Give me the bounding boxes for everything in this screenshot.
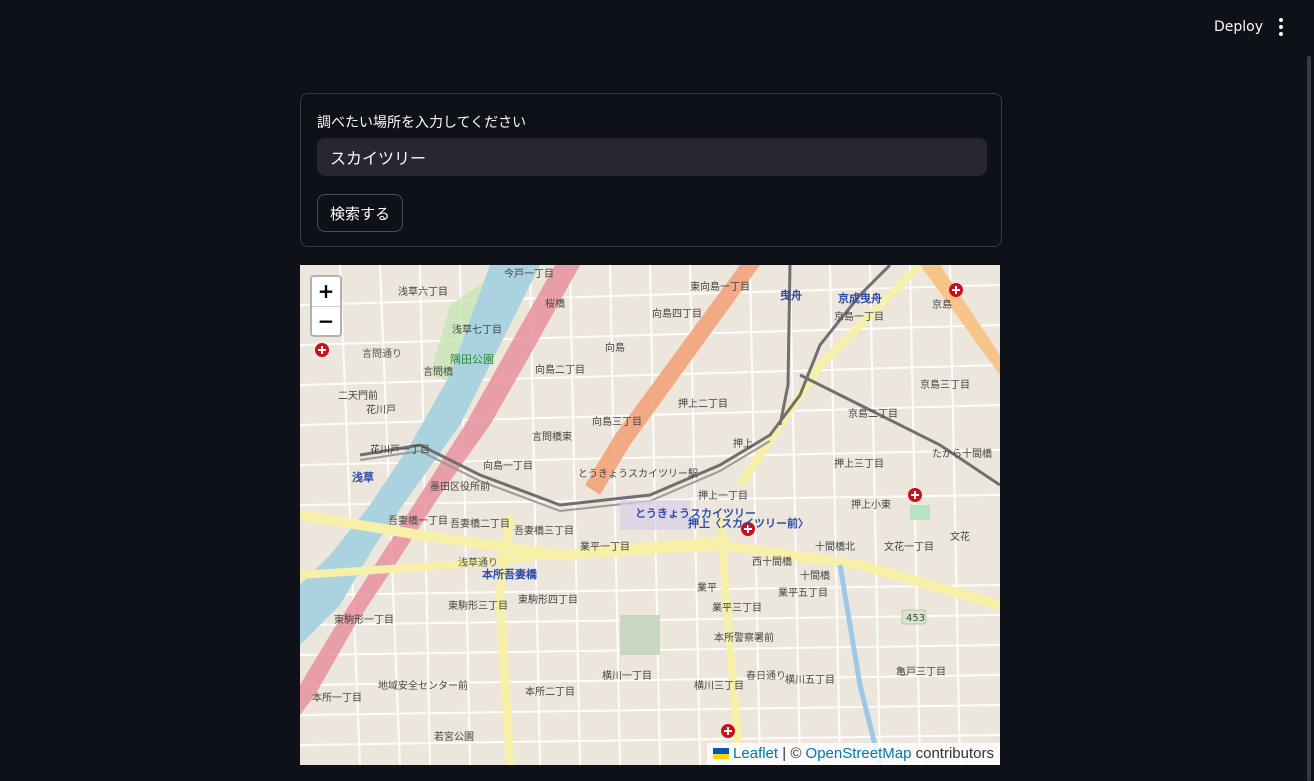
search-input[interactable]	[317, 138, 987, 176]
map-label: 今戸一丁目	[504, 267, 554, 280]
deploy-button[interactable]: Deploy	[1202, 14, 1275, 40]
map-label: 地域安全センター前	[378, 679, 468, 692]
map-label: 向島一丁目	[483, 459, 533, 472]
map-label: 本所一丁目	[312, 691, 362, 704]
map-label: 業平三丁目	[712, 601, 762, 614]
zoom-in-button[interactable]: +	[312, 277, 340, 307]
map-label: 京島三丁目	[920, 378, 970, 391]
map-label: 亀戸三丁目	[896, 665, 946, 678]
app-header: Deploy	[0, 0, 1314, 56]
map-label: 業平	[697, 581, 717, 594]
kebab-dot	[1279, 25, 1283, 29]
search-button[interactable]: 検索する	[317, 194, 404, 232]
map-label: 押上二丁目	[678, 397, 728, 410]
map-label: 向島	[605, 341, 625, 354]
map-label: 花川戸	[366, 403, 396, 416]
map-label: 本所吾妻橋	[482, 567, 538, 581]
map-label: 向島二丁目	[535, 363, 585, 376]
map-label: 本所警察署前	[714, 631, 774, 644]
map-label: 吾妻橋二丁目	[450, 517, 510, 530]
map-label: 西十間橋	[752, 555, 792, 568]
map-label: 曳舟	[780, 288, 802, 302]
zoom-control: + −	[310, 275, 342, 337]
scrollbar-thumb[interactable]	[1307, 56, 1311, 781]
map-label: 押上小東	[851, 498, 891, 511]
map-label: たから十間橋	[932, 447, 992, 460]
map-label: 本所二丁目	[525, 685, 575, 698]
map-label: 春日通り	[746, 670, 786, 682]
kebab-dot	[1279, 18, 1283, 22]
map-label: 若宮公園	[434, 730, 474, 743]
map-label: 向島三丁目	[592, 415, 642, 428]
osm-link[interactable]: OpenStreetMap	[806, 745, 912, 762]
map-label: 京成曳舟	[838, 291, 882, 305]
ukraine-flag-icon	[713, 748, 730, 759]
map-label: 業平五丁目	[778, 586, 828, 599]
page-scrollbar[interactable]	[1304, 56, 1314, 781]
zoom-out-button[interactable]: −	[312, 307, 340, 336]
map-label: 言問橋	[423, 365, 453, 378]
map-label: 東駒形一丁目	[334, 613, 394, 626]
map-label: 東駒形三丁目	[448, 599, 508, 612]
attribution-contributors: contributors	[911, 745, 994, 762]
map-label: 浅草六丁目	[398, 285, 448, 298]
map-label: 吾妻橋一丁目	[388, 514, 448, 527]
map-label: 横川一丁目	[602, 669, 652, 682]
map-label: 京島	[932, 298, 952, 311]
leaflet-link[interactable]: Leaflet	[733, 745, 778, 762]
map-label: 押上〈スカイツリー前〉	[688, 516, 809, 530]
map-attribution: Leaflet | © OpenStreetMap contributors	[707, 743, 1000, 765]
map-label: 文花	[950, 530, 970, 543]
map-label: 押上一丁目	[698, 489, 748, 502]
map-label: 業平一丁目	[580, 540, 630, 553]
map-label: 言問橋東	[532, 430, 572, 443]
map-view[interactable]: 今戸一丁目 浅草六丁目 浅草七丁目 桜橋 東向島一丁目 曳舟 京成曳舟 京島 京…	[300, 265, 1000, 765]
map-label: 浅草	[352, 470, 374, 484]
map-label: 吾妻橋三丁目	[514, 524, 574, 537]
map-label: 横川五丁目	[785, 673, 835, 686]
map-label: 押上	[733, 437, 753, 450]
map-label: 墨田区役所前	[430, 480, 490, 493]
map-label: 東向島一丁目	[690, 280, 750, 293]
attribution-separator: | ©	[778, 745, 806, 762]
map-label: 隅田公園	[450, 353, 494, 366]
map-label: 桜橋	[545, 297, 565, 310]
map-label: 言問通り	[362, 347, 402, 360]
map-label: 十間橋	[800, 569, 830, 582]
map-tiles: 今戸一丁目 浅草六丁目 浅草七丁目 桜橋 東向島一丁目 曳舟 京成曳舟 京島 京…	[300, 265, 1000, 765]
map-label: 二天門前	[338, 389, 378, 402]
map-label: 十間橋北	[815, 540, 855, 553]
map-label: 京島二丁目	[848, 407, 898, 420]
map-label: とうきょうスカイツリー駅	[578, 468, 698, 480]
kebab-dot	[1279, 32, 1283, 36]
map-label: 文花一丁目	[884, 540, 934, 553]
map-label: 花川戸一丁目	[370, 443, 430, 456]
map-label: 押上三丁目	[834, 457, 884, 470]
search-form: 調べたい場所を入力してください 検索する	[300, 93, 1002, 247]
search-label: 調べたい場所を入力してください	[317, 115, 527, 131]
kebab-menu-icon[interactable]	[1269, 14, 1293, 40]
map-label: 向島四丁目	[652, 307, 702, 320]
map-label: 横川三丁目	[694, 679, 744, 692]
map-label: 京島一丁目	[834, 310, 884, 323]
route-shield: 453	[906, 613, 925, 624]
map-label: 浅草七丁目	[452, 323, 502, 336]
map-label: 東駒形四丁目	[518, 593, 578, 606]
